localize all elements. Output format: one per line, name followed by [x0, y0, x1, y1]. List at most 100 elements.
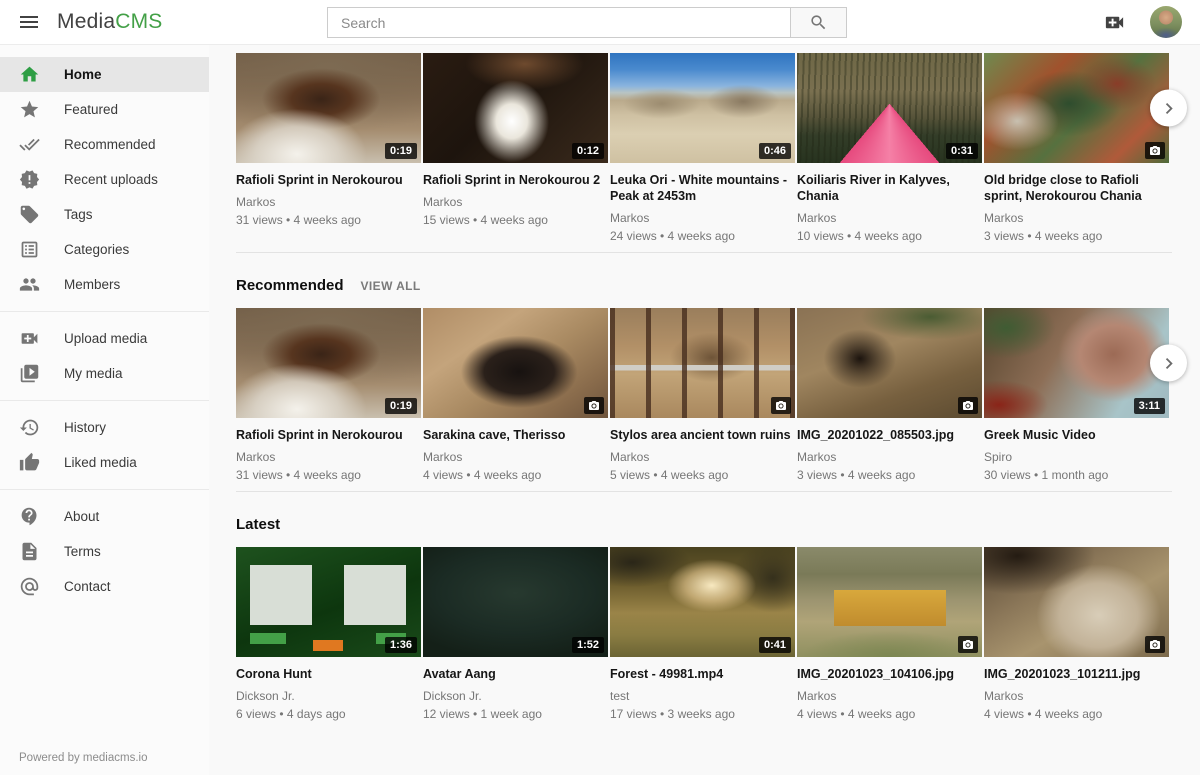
sidebar-item-label: Recommended — [64, 137, 156, 152]
media-meta: 4 views • 4 weeks ago — [797, 707, 982, 722]
media-meta: 3 views • 4 weeks ago — [797, 468, 982, 483]
media-title[interactable]: Old bridge close to Rafioli sprint, Nero… — [984, 172, 1169, 204]
duration-badge: 1:36 — [385, 637, 417, 653]
sidebar-item-categories[interactable]: Categories — [0, 232, 209, 267]
media-thumbnail[interactable] — [610, 308, 795, 418]
media-meta: 17 views • 3 weeks ago — [610, 707, 795, 722]
sidebar-item-label: About — [64, 509, 99, 524]
media-title[interactable]: Leuka Ori - White mountains - Peak at 24… — [610, 172, 795, 204]
media-author: Markos — [236, 195, 421, 210]
sidebar-item-recommended[interactable]: Recommended — [0, 127, 209, 162]
media-thumbnail[interactable] — [797, 308, 982, 418]
media-meta: 31 views • 4 weeks ago — [236, 468, 421, 483]
app-logo[interactable]: MediaCMS — [57, 10, 162, 34]
media-title[interactable]: Koiliaris River in Kalyves, Chania — [797, 172, 982, 204]
media-card: 3:11Greek Music VideoSpiro30 views • 1 m… — [984, 308, 1169, 483]
upload-media-button[interactable] — [1101, 11, 1128, 34]
chevron-right-icon — [1158, 97, 1180, 119]
media-thumbnail[interactable] — [797, 547, 982, 657]
media-thumbnail[interactable] — [984, 53, 1169, 163]
media-thumbnail[interactable]: 0:31 — [797, 53, 982, 163]
sidebar-item-label: Terms — [64, 544, 101, 559]
sidebar-item-members[interactable]: Members — [0, 267, 209, 302]
home-icon — [19, 64, 40, 85]
media-thumbnail[interactable] — [984, 547, 1169, 657]
sidebar-item-tags[interactable]: Tags — [0, 197, 209, 232]
sidebar-item-label: Home — [64, 67, 102, 82]
media-card: IMG_20201023_104106.jpgMarkos4 views • 4… — [797, 547, 982, 722]
media-author: Markos — [797, 450, 982, 465]
media-card: 0:12 Rafioli Sprint in Nerokourou 2 Markos… — [423, 53, 608, 228]
sidebar-item-upload-media[interactable]: Upload media — [0, 321, 209, 356]
section-recommended: RecommendedVIEW ALL0:19Rafioli Sprint in… — [236, 277, 1172, 483]
media-meta: 6 views • 4 days ago — [236, 707, 421, 722]
section-divider — [236, 252, 1172, 253]
tag-icon — [19, 204, 40, 225]
media-thumbnail[interactable]: 1:36 — [236, 547, 421, 657]
media-author: Markos — [423, 195, 608, 210]
media-title[interactable]: Rafioli Sprint in Nerokourou 2 — [423, 172, 608, 188]
camera-icon — [588, 400, 600, 412]
media-thumbnail[interactable]: 0:19 — [236, 53, 421, 163]
duration-badge: 0:31 — [946, 143, 978, 159]
view-all-link[interactable]: VIEW ALL — [361, 279, 421, 293]
sidebar-item-label: Recent uploads — [64, 172, 158, 187]
sidebar-item-terms[interactable]: Terms — [0, 534, 209, 569]
scroll-next-button[interactable] — [1150, 345, 1187, 382]
search-input[interactable] — [327, 7, 790, 38]
media-card: IMG_20201023_101211.jpgMarkos4 views • 4… — [984, 547, 1169, 722]
people-icon — [19, 274, 40, 295]
media-thumbnail[interactable]: 0:41 — [610, 547, 795, 657]
media-card: 0:19Rafioli Sprint in NerokourouMarkos31… — [236, 308, 421, 483]
media-author: Spiro — [984, 450, 1169, 465]
media-title[interactable]: Greek Music Video — [984, 427, 1169, 443]
media-thumbnail[interactable]: 0:46 — [610, 53, 795, 163]
sidebar-divider — [0, 400, 209, 401]
media-thumbnail[interactable]: 1:52 — [423, 547, 608, 657]
media-thumbnail[interactable]: 3:11 — [984, 308, 1169, 418]
help-icon — [19, 506, 40, 527]
media-meta: 31 views • 4 weeks ago — [236, 213, 421, 228]
media-title[interactable]: IMG_20201023_104106.jpg — [797, 666, 982, 682]
media-author: Markos — [984, 211, 1169, 226]
hamburger-menu-button[interactable] — [16, 9, 42, 35]
search-button[interactable] — [790, 7, 847, 38]
media-card: Sarakina cave, TherissoMarkos4 views • 4… — [423, 308, 608, 483]
media-title[interactable]: IMG_20201022_085503.jpg — [797, 427, 982, 443]
sidebar-item-home[interactable]: Home — [0, 57, 209, 92]
sidebar-item-my-media[interactable]: My media — [0, 356, 209, 391]
sidebar-item-history[interactable]: History — [0, 410, 209, 445]
media-title[interactable]: Rafioli Sprint in Nerokourou — [236, 172, 421, 188]
sidebar-item-label: Featured — [64, 102, 118, 117]
sidebar-item-recent-uploads[interactable]: Recent uploads — [0, 162, 209, 197]
document-icon — [19, 541, 40, 562]
sidebar-item-contact[interactable]: Contact — [0, 569, 209, 604]
sidebar-item-label: My media — [64, 366, 123, 381]
top-header: MediaCMS — [0, 0, 1200, 45]
scroll-next-button[interactable] — [1150, 90, 1187, 127]
sidebar-item-about[interactable]: About — [0, 499, 209, 534]
media-thumbnail[interactable]: 0:12 — [423, 53, 608, 163]
media-meta: 5 views • 4 weeks ago — [610, 468, 795, 483]
search-icon — [809, 13, 828, 32]
powered-by[interactable]: Powered by mediacms.io — [19, 752, 147, 764]
media-title[interactable]: Avatar Aang — [423, 666, 608, 682]
camera-icon — [1149, 639, 1161, 651]
user-avatar[interactable] — [1150, 6, 1182, 38]
media-title[interactable]: Stylos area ancient town ruins — [610, 427, 795, 443]
media-title[interactable]: Rafioli Sprint in Nerokourou — [236, 427, 421, 443]
media-title[interactable]: IMG_20201023_101211.jpg — [984, 666, 1169, 682]
video-library-icon — [19, 363, 40, 384]
media-thumbnail[interactable]: 0:19 — [236, 308, 421, 418]
duration-badge: 0:19 — [385, 143, 417, 159]
camera-icon — [1149, 145, 1161, 157]
sidebar-item-liked-media[interactable]: Liked media — [0, 445, 209, 480]
sidebar-item-featured[interactable]: Featured — [0, 92, 209, 127]
media-title[interactable]: Forest - 49981.mp4 — [610, 666, 795, 682]
media-thumbnail[interactable] — [423, 308, 608, 418]
media-card: 1:52Avatar AangDickson Jr.12 views • 1 w… — [423, 547, 608, 722]
media-meta: 4 views • 4 weeks ago — [984, 707, 1169, 722]
media-title[interactable]: Corona Hunt — [236, 666, 421, 682]
media-title[interactable]: Sarakina cave, Therisso — [423, 427, 608, 443]
image-type-badge — [771, 397, 791, 414]
